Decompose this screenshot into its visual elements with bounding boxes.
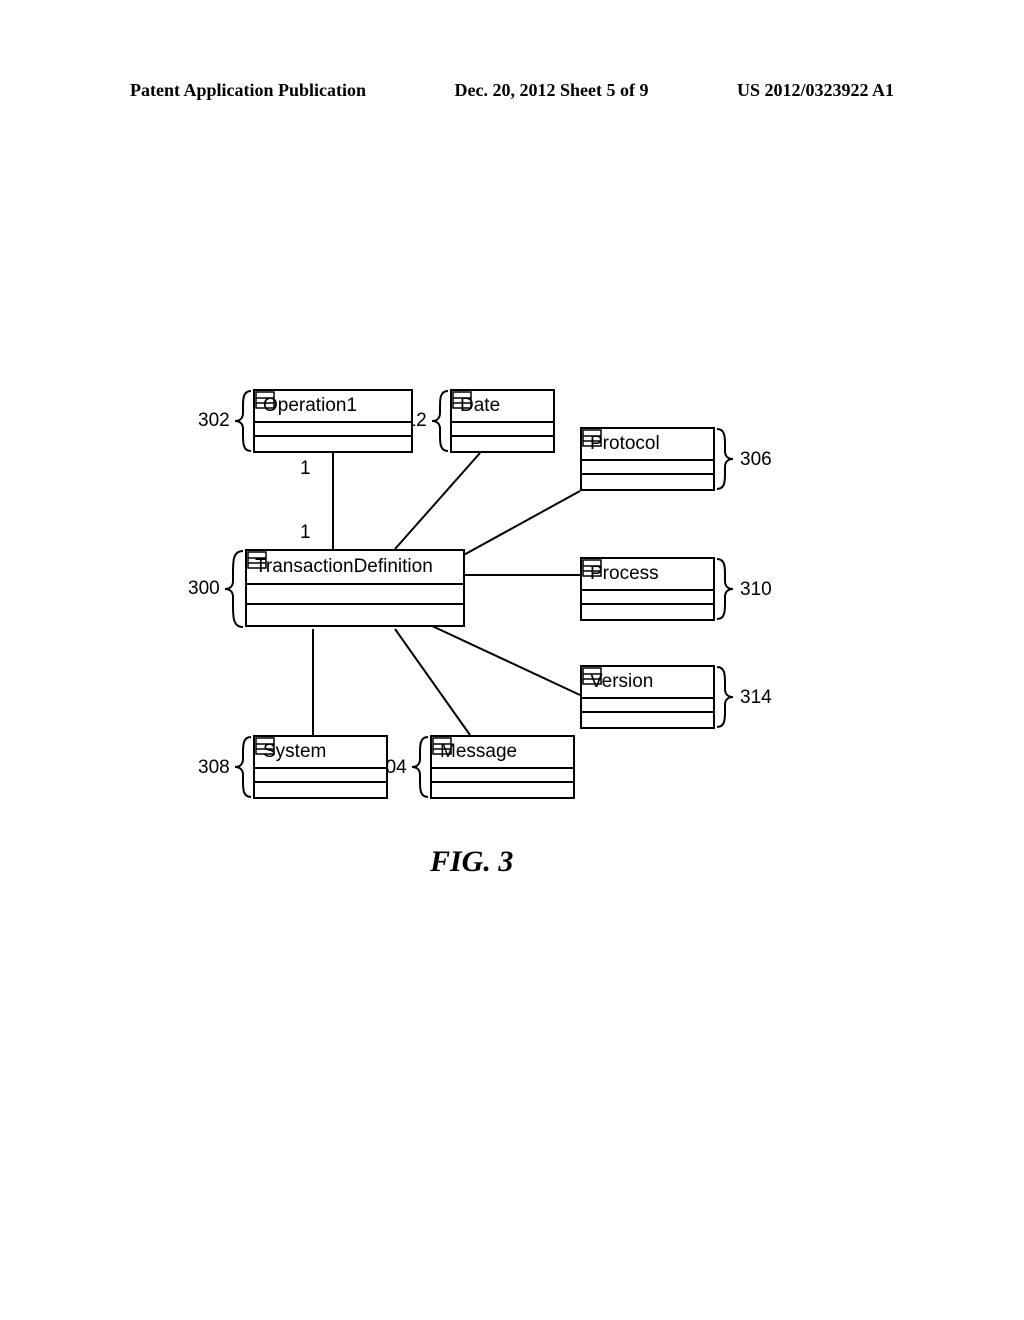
class-icon (432, 737, 452, 755)
class-protocol: Protocol (580, 427, 715, 491)
ref-310-text: 310 (740, 579, 772, 601)
class-icon (255, 391, 275, 409)
class-icon (582, 429, 602, 447)
class-icon (247, 551, 267, 569)
class-system: System (253, 735, 388, 799)
ref-308-text: 308 (198, 757, 230, 779)
ref-300-text: 300 (188, 578, 220, 600)
class-transaction-definition: TransactionDefinition (245, 549, 465, 627)
ref-302-text: 302 (198, 410, 230, 432)
multiplicity-1-bottom: 1 (300, 522, 311, 544)
class-version: Version (580, 665, 715, 729)
class-message: Message (430, 735, 575, 799)
ref-314-text: 314 (740, 687, 772, 709)
class-operation1: Operation1 (253, 389, 413, 453)
braces-layer (0, 0, 1024, 1320)
multiplicity-1-top: 1 (300, 458, 311, 480)
class-operation1-label: Operation1 (263, 395, 357, 417)
ref-306-text: 306 (740, 449, 772, 471)
class-icon (452, 391, 472, 409)
class-date: Date (450, 389, 555, 453)
class-process: Process (580, 557, 715, 621)
class-icon (255, 737, 275, 755)
class-icon (582, 559, 602, 577)
class-icon (582, 667, 602, 685)
figure-caption: FIG. 3 (430, 845, 513, 879)
class-transaction-definition-label: TransactionDefinition (255, 556, 433, 578)
